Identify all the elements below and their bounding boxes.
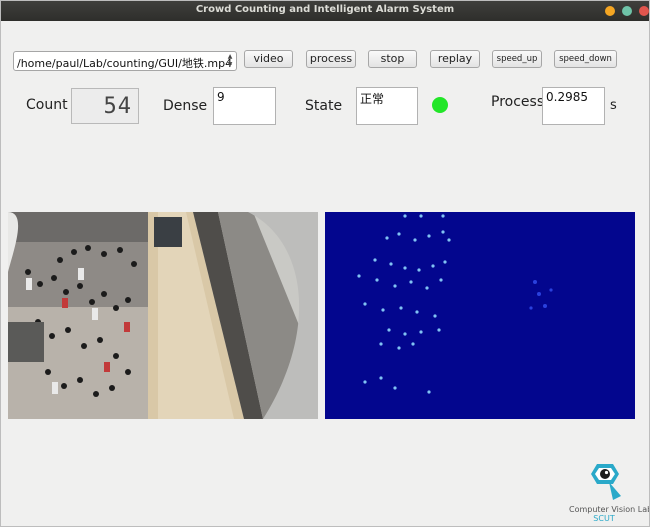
dense-label: Dense [163,98,208,114]
speed-down-button[interactable]: speed_down [554,50,617,68]
lab-name: Computer Vision Lab [569,505,650,514]
window-title: Crowd Counting and Intelligent Alarm Sys… [195,4,455,15]
state-label: State [305,98,343,114]
minimize-button[interactable] [605,6,615,16]
state-value: 正常 [360,92,385,106]
count-label: Count [26,97,68,113]
video-path-combo[interactable]: /home/paul/Lab/counting/GUI/地铁.mp4 ▲ ▼ [13,51,237,71]
count-value: 54 [103,94,132,119]
process-time-value: 0.2985 [546,90,588,104]
replay-button[interactable]: replay [430,50,480,68]
speed-up-button[interactable]: speed_up [492,50,542,68]
process-button[interactable]: process [306,50,356,68]
dense-field[interactable]: 9 [213,87,276,125]
density-map-icon [325,212,635,419]
process-time-field[interactable]: 0.2985 [542,87,605,125]
count-display: 54 [71,88,139,124]
maximize-button[interactable] [622,6,632,16]
video-path-value: /home/paul/Lab/counting/GUI/地铁.mp4 [17,57,233,70]
process-time-unit: s [610,98,617,113]
spin-arrows-icon[interactable]: ▲ ▼ [226,53,234,69]
camera-frame-icon [8,212,318,419]
dense-value: 9 [217,90,225,104]
close-button[interactable] [639,6,649,16]
video-button[interactable]: video [244,50,293,68]
lab-logo: Computer Vision Lab SCUT [569,460,650,523]
app-window: Crowd Counting and Intelligent Alarm Sys… [0,0,650,527]
camera-view [8,212,318,419]
stop-button[interactable]: stop [368,50,417,68]
lab-university: SCUT [593,514,615,523]
camera-eye-logo-icon [591,464,621,500]
state-field[interactable]: 正常 [356,87,418,125]
title-bar: Crowd Counting and Intelligent Alarm Sys… [1,1,649,21]
density-map-view [325,212,635,419]
process-time-label: Process [491,94,545,110]
state-indicator-light [432,97,448,113]
